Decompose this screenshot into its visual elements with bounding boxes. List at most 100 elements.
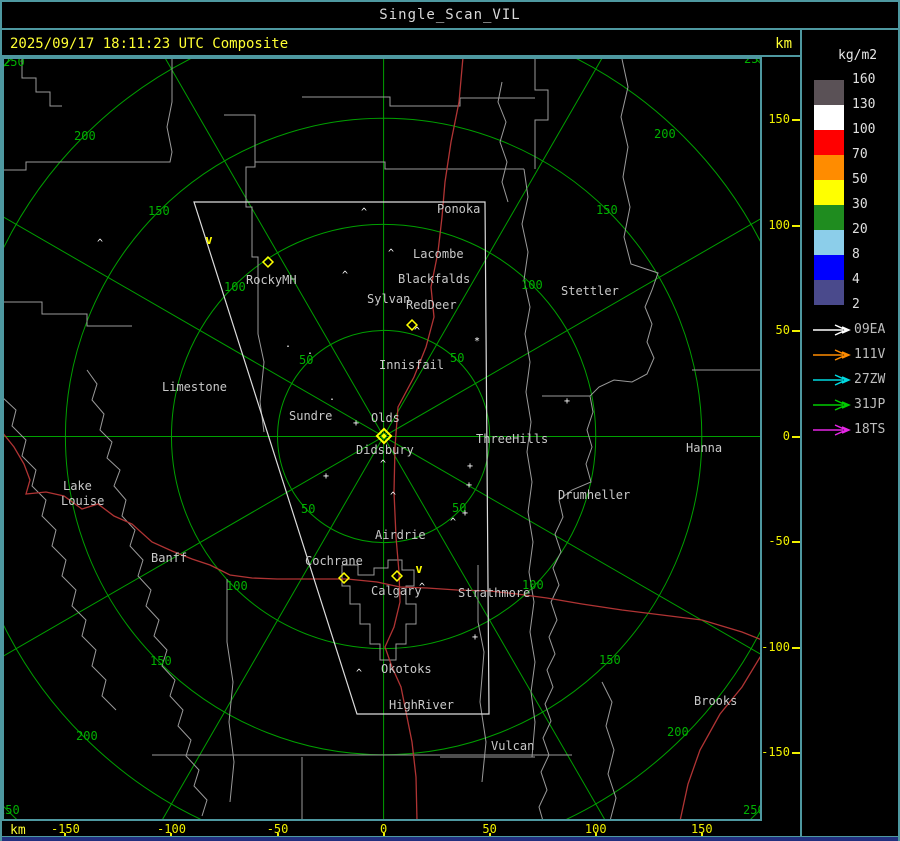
radar-legend-row: 18TS [802, 418, 898, 443]
city-label: Blackfalds [398, 272, 470, 286]
city-label: RedDeer [406, 298, 457, 312]
right-axis-tick-mark [792, 330, 800, 332]
right-axis-unit-label: km [775, 36, 792, 52]
terrain-marker: ^ [342, 270, 348, 281]
ring-distance-label: 250 [4, 803, 20, 817]
ring-distance-label: 200 [76, 729, 98, 743]
county-boundary [534, 59, 549, 169]
city-label: RockyMH [246, 273, 297, 287]
radar-id-label: 31JP [854, 397, 886, 412]
scale-color-box [814, 230, 844, 255]
radar-site-diamond [390, 569, 404, 583]
scale-value-label: 70 [852, 147, 868, 162]
right-axis-tick-label: 150 [768, 112, 790, 126]
right-axis-tick-label: 100 [768, 217, 790, 232]
scale-color-box [814, 155, 844, 180]
terrain-marker: ^ [388, 248, 394, 259]
scale-value-label: 4 [852, 272, 860, 287]
bottom-blue-bar [2, 836, 898, 841]
ring-distance-label: 150 [148, 204, 170, 218]
terrain-marker: ^ [361, 207, 367, 218]
right-axis-tick-mark [792, 541, 800, 543]
county-boundary [341, 559, 417, 661]
ring-distance-label: 100 [226, 579, 248, 593]
radar-app-window: Single_Scan_VIL 2025/09/17 18:11:23 UTC … [0, 0, 900, 841]
city-label: Innisfail [379, 358, 444, 372]
scale-value-label: 50 [852, 172, 868, 187]
right-axis-tick-mark [792, 224, 800, 227]
city-label: Brooks [694, 694, 737, 708]
ring-distance-label: 200 [74, 129, 96, 143]
ring-distance-label: 100 [224, 280, 246, 294]
terrain-marker: * [474, 336, 480, 347]
terrain-marker: . [285, 339, 291, 350]
status-bar: 2025/09/17 18:11:23 UTC Composite km [2, 30, 798, 57]
radar-arrow-icon [813, 349, 851, 361]
scale-color-box [814, 80, 844, 105]
ring-distance-label: 250 [4, 59, 25, 69]
scale-value-label: 2 [852, 297, 860, 312]
city-label: Sylvan [367, 292, 410, 306]
city-label: Lake [63, 479, 92, 493]
scale-value-label: 30 [852, 197, 868, 212]
right-axis-tick-label: -50 [768, 534, 790, 548]
scale-color-box [814, 205, 844, 230]
county-boundary [4, 398, 117, 711]
city-label: Sundre [289, 409, 332, 423]
scale-value-label: 100 [852, 122, 876, 137]
ring-distance-label: 150 [596, 203, 618, 217]
city-label: Drumheller [558, 488, 630, 502]
radar-legend-row: 31JP [802, 393, 898, 418]
color-scale: 160 130 100 70 50 30 20 8 4 2 [802, 72, 898, 315]
radar-id-label: 09EA [854, 322, 886, 337]
city-label: Hanna [686, 441, 722, 455]
title-bar: Single_Scan_VIL [2, 2, 898, 28]
county-boundary [302, 96, 535, 107]
terrain-marker: + [467, 461, 473, 472]
scale-value-label: 20 [852, 222, 868, 237]
window-title: Single_Scan_VIL [379, 7, 521, 23]
city-label: Louise [61, 494, 104, 508]
city-label: ThreeHills [476, 432, 548, 446]
terrain-marker: + [353, 418, 359, 429]
timestamp-label: 2025/09/17 18:11:23 UTC Composite [10, 36, 289, 52]
scale-color-box [814, 105, 844, 130]
terrain-marker: + [472, 632, 478, 643]
ring-distance-label: 250 [744, 59, 760, 66]
right-axis-tick-mark [792, 752, 800, 754]
terrain-marker: ^ [97, 238, 103, 249]
right-axis-tick-label: -100 [761, 639, 790, 654]
ring-distance-label: 250 [743, 803, 760, 817]
city-label: Ponoka [437, 202, 480, 216]
city-label: Okotoks [381, 662, 432, 676]
scale-value-label: 8 [852, 247, 860, 262]
radar-arrow-icon [813, 374, 851, 386]
ring-distance-label: 100 [521, 278, 543, 292]
city-label: Stettler [561, 284, 619, 298]
radar-legend-row: 111V [802, 343, 898, 368]
county-boundary [538, 59, 659, 819]
county-boundary [21, 59, 62, 107]
highway-line [679, 656, 760, 819]
right-axis-tick-label: 50 [775, 323, 790, 337]
city-label: Olds [371, 411, 400, 425]
scale-color-box [814, 130, 844, 155]
city-label: Vulcan [491, 739, 534, 753]
city-label: Banff [151, 551, 187, 565]
right-axis-tick-mark [792, 646, 800, 649]
terrain-marker: + [564, 396, 570, 407]
radar-arrow-icon [813, 399, 851, 411]
county-boundary [521, 168, 536, 758]
ring-distance-label: 150 [599, 653, 621, 667]
city-label: Calgary [371, 584, 422, 598]
scale-color-box [814, 180, 844, 205]
radar-map-canvas[interactable]: 50 5050 50100 100100 100150 150150 150200 20020… [4, 59, 760, 819]
county-boundary [4, 301, 132, 327]
right-axis-tick-mark [792, 435, 800, 438]
scale-value-label: 130 [852, 97, 876, 112]
scale-unit-label: kg/m2 [838, 48, 878, 63]
terrain-marker: . [307, 346, 313, 357]
radar-site-diamond [337, 571, 351, 585]
county-boundary [226, 579, 235, 803]
wind-vee-marker: v [415, 562, 422, 576]
